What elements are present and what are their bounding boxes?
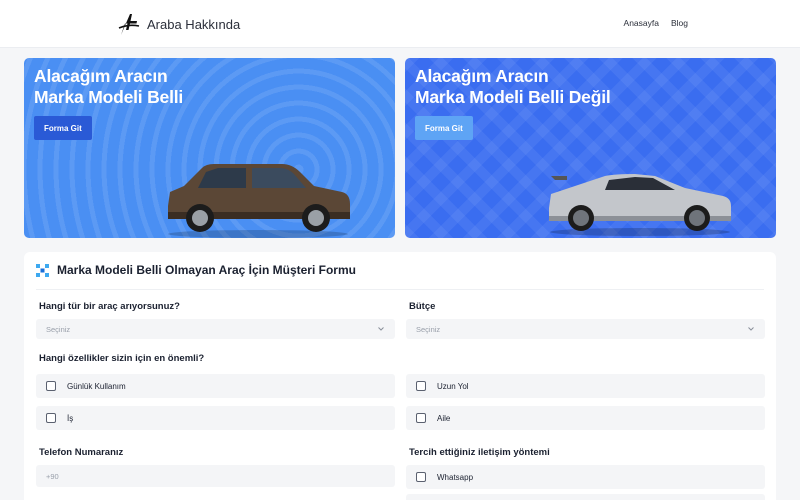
vehicle-type-value: Seçiniz [46, 324, 71, 334]
form-divider [36, 289, 764, 290]
contact-option-whatsapp[interactable]: Whatsapp [406, 465, 765, 489]
chevron-down-icon [748, 327, 754, 331]
feature-option-long-trip[interactable]: Uzun Yol [406, 374, 765, 398]
customer-form-card: Marka Modeli Belli Olmayan Araç İçin Müş… [24, 252, 776, 500]
checkbox[interactable] [416, 472, 426, 482]
checkbox[interactable] [46, 381, 56, 391]
option-label: İş [67, 413, 74, 423]
top-header: Araba Hakkında Anasayfa Blog [0, 0, 800, 48]
features-label: Hangi özellikler sizin için en önemli? [39, 353, 205, 364]
option-label: Günlük Kullanım [67, 381, 126, 391]
nav-link-home[interactable]: Anasayfa [624, 18, 659, 28]
site-logo[interactable]: Araba Hakkında [118, 11, 240, 37]
budget-label: Bütçe [409, 301, 436, 312]
checkbox[interactable] [46, 413, 56, 423]
form-header: Marka Modeli Belli Olmayan Araç İçin Müş… [36, 263, 356, 277]
logo-icon [118, 14, 140, 35]
vehicle-type-label: Hangi tür bir araç arıyorsunuz? [39, 301, 180, 312]
option-label: Uzun Yol [437, 381, 469, 391]
hero-title-line1: Alacağım Aracın [34, 66, 168, 86]
hero-title-line2: Marka Modeli Belli [34, 87, 184, 107]
vehicle-type-select[interactable]: Seçiniz [36, 319, 395, 339]
logo-text: Araba Hakkında [147, 16, 241, 32]
option-label: Aile [437, 413, 451, 423]
checkbox[interactable] [416, 381, 426, 391]
nav-link-blog[interactable]: Blog [671, 18, 688, 28]
option-label: Whatsapp [437, 472, 474, 482]
sports-car-image [549, 174, 731, 236]
checkbox[interactable] [416, 413, 426, 423]
feature-option-work[interactable]: İş [36, 406, 395, 430]
budget-value: Seçiniz [416, 324, 441, 334]
hero-title: Alacağım Aracın Marka Modeli Belli [34, 66, 183, 108]
go-to-form-button[interactable]: Forma Git [415, 116, 473, 140]
budget-select[interactable]: Seçiniz [406, 319, 765, 339]
contact-option-next[interactable] [406, 494, 765, 500]
contact-method-label: Tercih ettiğiniz iletişim yöntemi [409, 447, 550, 458]
go-to-form-button[interactable]: Forma Git [34, 116, 92, 140]
feature-option-daily-use[interactable]: Günlük Kullanım [36, 374, 395, 398]
main-nav: Anasayfa Blog [624, 18, 688, 28]
grid-dots-icon [36, 263, 49, 277]
chevron-down-icon [378, 327, 384, 331]
form-title: Marka Modeli Belli Olmayan Araç İçin Müş… [57, 263, 356, 277]
feature-option-family[interactable]: Aile [406, 406, 765, 430]
phone-input[interactable] [36, 465, 395, 487]
phone-label: Telefon Numaranız [39, 447, 124, 458]
hero-title: Alacağım Aracın Marka Modeli Belli Değil [415, 66, 611, 108]
hero-card-unknown-model: Alacağım Aracın Marka Modeli Belli Değil… [405, 58, 776, 238]
hero-card-known-model: Alacağım Aracın Marka Modeli Belli Forma… [24, 58, 395, 238]
hero-title-line1: Alacağım Aracın [415, 66, 549, 86]
suv-car-image [168, 164, 350, 238]
hero-title-line2: Marka Modeli Belli Değil [415, 87, 611, 107]
